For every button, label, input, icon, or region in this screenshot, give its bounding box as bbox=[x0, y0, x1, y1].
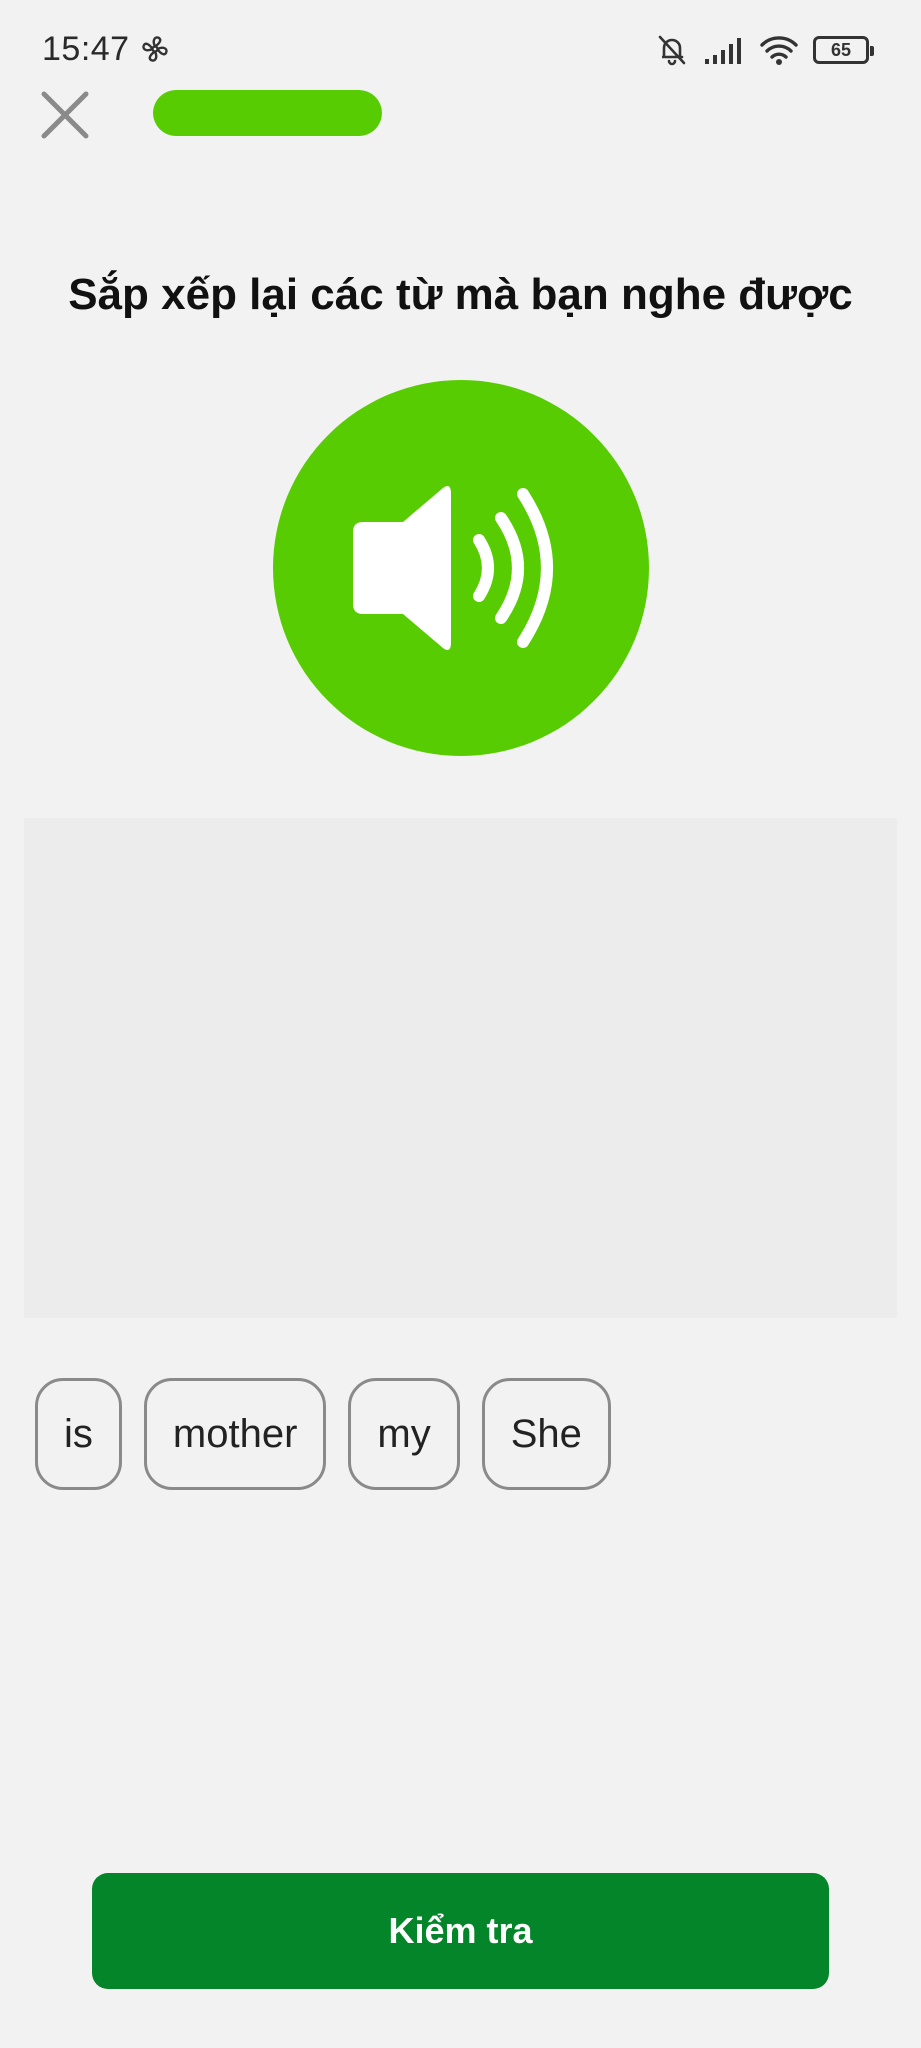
word-chip[interactable]: is bbox=[35, 1378, 122, 1490]
word-chip[interactable]: She bbox=[481, 1378, 611, 1490]
play-audio-button[interactable] bbox=[273, 380, 649, 756]
status-icons: 65 bbox=[655, 30, 874, 70]
status-time: 15:47 bbox=[42, 30, 130, 68]
answer-drop-area[interactable] bbox=[24, 818, 897, 1318]
speaker-icon bbox=[353, 486, 553, 650]
close-icon[interactable] bbox=[38, 88, 92, 142]
word-bank: is mother my She bbox=[35, 1378, 611, 1490]
signal-icon bbox=[705, 38, 741, 64]
bell-off-icon bbox=[658, 35, 686, 66]
word-chip[interactable]: my bbox=[348, 1378, 460, 1490]
battery-level: 65 bbox=[830, 39, 852, 60]
wifi-icon bbox=[760, 36, 798, 65]
status-bar: 15:47 65 bbox=[0, 0, 921, 80]
lesson-progress-bar bbox=[153, 90, 382, 136]
lesson-screen: 15:47 65 Sắp xếp lại các từ mà bạn nghe … bbox=[0, 0, 921, 2048]
battery-icon: 65 bbox=[813, 36, 874, 64]
word-chip[interactable]: mother bbox=[143, 1378, 327, 1490]
progress-fill bbox=[153, 90, 382, 136]
fan-icon bbox=[142, 36, 168, 62]
check-button[interactable]: Kiểm tra bbox=[92, 1873, 829, 1989]
exercise-prompt: Sắp xếp lại các từ mà bạn nghe được bbox=[68, 270, 853, 319]
